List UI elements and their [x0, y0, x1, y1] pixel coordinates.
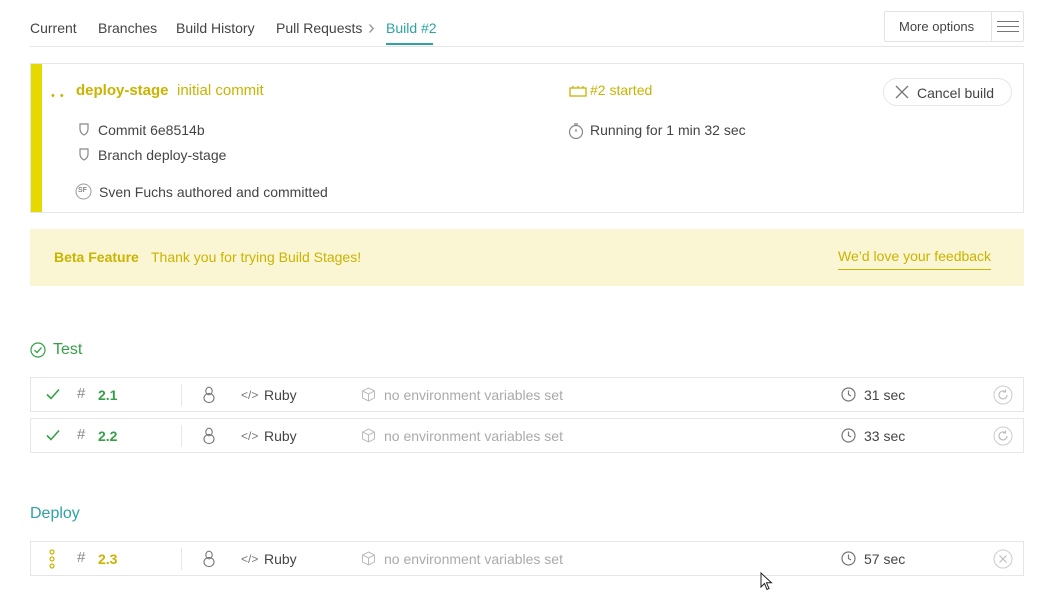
stage-title-test: Test [53, 341, 83, 358]
code-icon: </> [241, 388, 259, 402]
job-number[interactable]: 2.3 [98, 551, 117, 567]
feedback-link[interactable]: We’d love your feedback [838, 248, 992, 270]
linux-icon [203, 427, 215, 445]
job-duration: 57 sec [864, 551, 906, 567]
author-line: Sven Fuchs authored and committed [99, 184, 328, 200]
beta-text: Thank you for trying Build Stages! [151, 249, 362, 265]
clock-icon [841, 428, 856, 443]
restart-icon[interactable] [993, 385, 1013, 405]
mouse-cursor-icon [760, 572, 773, 591]
active-tab-indicator [386, 43, 433, 45]
top-nav: Current Branches Build History Pull Requ… [30, 0, 1024, 47]
commit-sha[interactable]: Commit 6e8514b [98, 122, 205, 138]
more-options-label: More options [899, 19, 975, 34]
commit-message-link[interactable]: initial commit [177, 82, 264, 99]
commit-icon [79, 123, 89, 136]
tab-build-active[interactable]: Build #2 [386, 20, 437, 36]
box-icon [362, 551, 375, 566]
job-language: Ruby [264, 551, 297, 567]
tab-branches[interactable]: Branches [98, 20, 157, 36]
job-language: Ruby [264, 387, 297, 403]
tab-pull-requests[interactable]: Pull Requests [276, 20, 362, 36]
cancel-build-label: Cancel build [917, 85, 995, 101]
job-number[interactable]: 2.2 [98, 428, 117, 444]
code-icon: </> [241, 552, 259, 566]
linux-icon [203, 550, 215, 568]
tab-current[interactable]: Current [30, 20, 77, 36]
clock-icon [841, 387, 856, 402]
hash-icon: # [77, 549, 86, 566]
running-status-icon: • • [51, 90, 65, 102]
job-row[interactable]: # 2.1 </> Ruby no environment variables … [30, 377, 1024, 412]
job-language: Ruby [264, 428, 297, 444]
author-initials: SF [78, 187, 87, 194]
beta-label: Beta Feature [54, 249, 139, 265]
status-stripe [31, 64, 42, 212]
divider [181, 425, 182, 447]
build-number-status[interactable]: #2 started [590, 82, 652, 98]
restart-icon[interactable] [993, 426, 1013, 446]
job-env: no environment variables set [384, 428, 563, 444]
stage-title-deploy: Deploy [30, 505, 80, 522]
more-options-button[interactable]: More options [884, 11, 1024, 42]
branch-line[interactable]: Branch deploy-stage [98, 147, 226, 163]
clock-icon [841, 551, 856, 566]
divider [181, 548, 182, 570]
hash-icon: # [77, 426, 86, 443]
cancel-build-button[interactable]: Cancel build [883, 78, 1012, 106]
divider [181, 384, 182, 406]
box-icon [362, 387, 375, 402]
branch-name-link[interactable]: deploy-stage [76, 82, 169, 99]
running-duration: Running for 1 min 32 sec [590, 122, 746, 138]
check-icon [46, 429, 60, 441]
job-row[interactable]: # 2.3 </> Ruby no environment variables … [30, 541, 1024, 576]
code-icon: </> [241, 429, 259, 443]
job-duration: 33 sec [864, 428, 906, 444]
job-duration: 31 sec [864, 387, 906, 403]
hash-icon: # [77, 385, 86, 402]
check-icon [46, 388, 60, 400]
hamburger-icon[interactable] [997, 21, 1019, 36]
close-icon [895, 85, 909, 99]
job-env: no environment variables set [384, 551, 563, 567]
beta-feature-banner: Beta Feature Thank you for trying Build … [30, 229, 1024, 286]
stopwatch-icon [568, 123, 584, 140]
branch-icon [79, 148, 89, 161]
running-dots-icon [49, 549, 55, 569]
build-summary-card: • • deploy-stage initial commit #2 start… [30, 63, 1024, 213]
box-icon [362, 428, 375, 443]
linux-icon [203, 386, 215, 404]
cancel-job-icon[interactable] [993, 549, 1013, 569]
more-options-divider [991, 12, 992, 41]
job-env: no environment variables set [384, 387, 563, 403]
tab-build-history[interactable]: Build History [176, 20, 255, 36]
job-row[interactable]: # 2.2 </> Ruby no environment variables … [30, 418, 1024, 453]
breadcrumb-chevron-icon: › [368, 17, 375, 39]
build-number-icon [569, 86, 587, 97]
job-number[interactable]: 2.1 [98, 387, 117, 403]
